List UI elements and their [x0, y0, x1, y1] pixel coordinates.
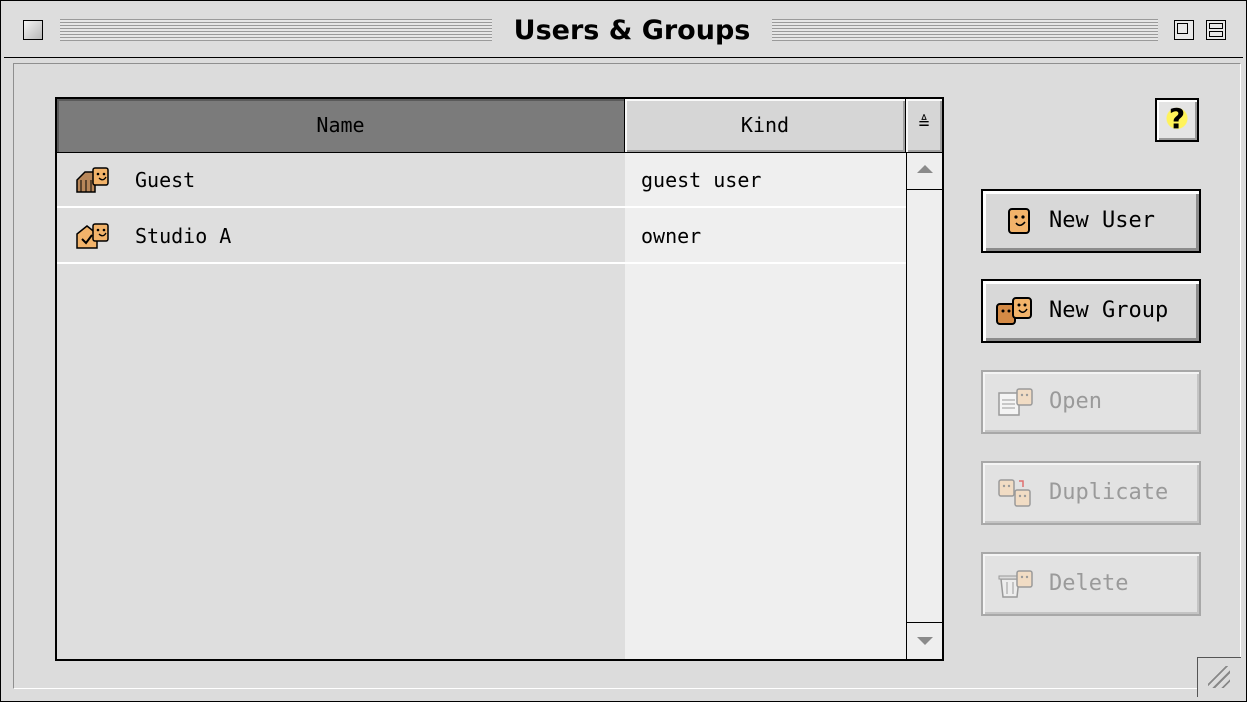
- new-group-button[interactable]: New Group: [981, 279, 1201, 343]
- duplicate-label: Duplicate: [1049, 480, 1169, 505]
- window-title: Users & Groups: [492, 14, 772, 48]
- vertical-scrollbar[interactable]: [906, 153, 942, 659]
- help-question-icon: ?: [1164, 104, 1190, 136]
- resize-grip-icon[interactable]: [1197, 657, 1241, 697]
- new-group-label: New Group: [1049, 298, 1169, 323]
- new-user-button[interactable]: New User: [981, 189, 1201, 253]
- row-kind: guest user: [641, 168, 762, 192]
- open-button[interactable]: Open: [981, 370, 1201, 434]
- new-user-label: New User: [1049, 208, 1155, 233]
- duplicate-button[interactable]: Duplicate: [981, 461, 1201, 525]
- new-user-icon: [1008, 208, 1030, 234]
- duplicate-icon: [998, 479, 1031, 507]
- collapse-box[interactable]: [1206, 20, 1226, 40]
- open-label: Open: [1049, 389, 1102, 414]
- zoom-box[interactable]: [1174, 20, 1194, 40]
- scroll-up-arrow-icon[interactable]: [907, 153, 942, 190]
- users-list[interactable]: Name Kind ≜ Guest guest user Studio A ow…: [55, 97, 944, 661]
- title-stripes-right: [772, 19, 1158, 41]
- owner-user-icon: [76, 223, 109, 249]
- list-item[interactable]: Studio A owner: [57, 209, 906, 264]
- delete-icon: [998, 570, 1033, 598]
- row-name: Guest: [135, 168, 196, 192]
- column-header-kind[interactable]: Kind: [625, 99, 906, 153]
- title-stripes-left: [60, 19, 492, 41]
- guest-user-icon: [76, 167, 109, 193]
- scroll-down-arrow-icon[interactable]: [907, 622, 942, 659]
- list-item[interactable]: Guest guest user: [57, 153, 906, 208]
- delete-label: Delete: [1049, 571, 1129, 596]
- new-group-icon: [996, 297, 1032, 325]
- delete-button[interactable]: Delete: [981, 552, 1201, 616]
- row-name: Studio A: [135, 224, 232, 248]
- open-icon: [998, 388, 1033, 416]
- title-bar[interactable]: Users & Groups: [4, 4, 1243, 58]
- help-button[interactable]: ?: [1155, 98, 1199, 142]
- sort-direction-button[interactable]: ≜: [906, 99, 942, 153]
- row-kind: owner: [641, 224, 702, 248]
- close-box[interactable]: [23, 20, 43, 40]
- users-groups-window: Users & Groups Name Kind ≜ Guest guest u…: [0, 0, 1247, 702]
- column-header-name[interactable]: Name: [57, 99, 625, 153]
